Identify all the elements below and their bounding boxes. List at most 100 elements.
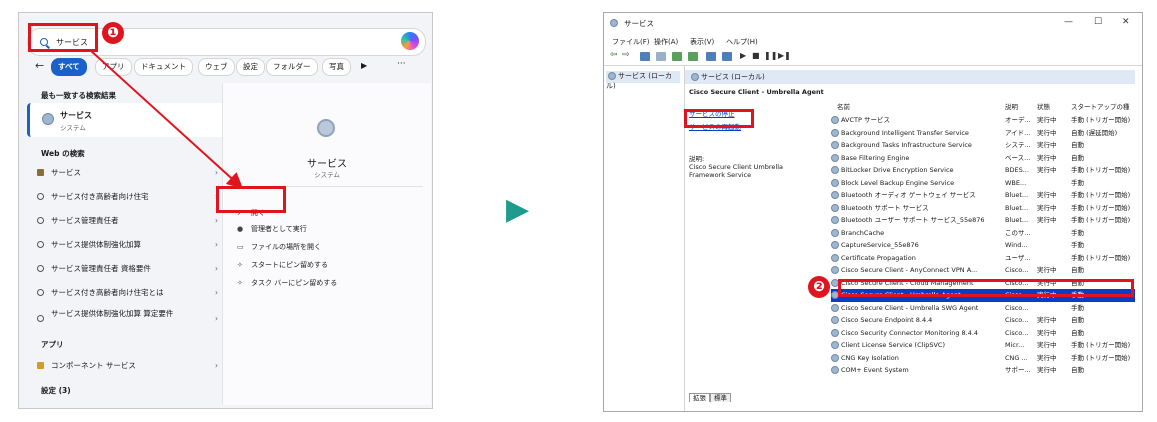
service-name-text: BitLocker Drive Encryption Service [841, 166, 954, 174]
service-status: 実行中 [1037, 128, 1057, 137]
service-row[interactable]: CaptureService_55e876 Wind... 手動 [831, 239, 1135, 252]
service-description: Cisco... [1005, 303, 1029, 312]
back-icon[interactable]: ⇦ [610, 50, 618, 60]
column-name[interactable]: 名前 [837, 101, 850, 111]
maximize-icon[interactable]: ☐ [1094, 17, 1102, 27]
service-row[interactable]: CNG Key Isolation CNG ... 実行中 手動 (トリガー開始) [831, 352, 1135, 365]
service-row[interactable]: Client License Service (ClipSVC) Micr... 実… [831, 339, 1135, 352]
service-row[interactable]: Cisco Secure Client - AnyConnect VPN A..… [831, 264, 1135, 277]
service-name-text: Bluetooth サポート サービス [841, 203, 929, 212]
service-startup: 自動 [1071, 328, 1084, 337]
service-startup: 手動 (トリガー開始) [1071, 116, 1131, 124]
service-row[interactable]: BitLocker Drive Encryption Service BDES..… [831, 164, 1135, 177]
export-icon[interactable] [688, 52, 698, 61]
services-gear-icon [610, 19, 618, 27]
service-description: Bluet... [1005, 191, 1029, 199]
service-description: WBE... [1005, 178, 1027, 187]
service-name-text: CNG Key Isolation [841, 353, 899, 362]
tree-item-services-local[interactable]: サービス (ローカル) [606, 71, 680, 90]
menu-file[interactable]: ファイル(F) [612, 37, 650, 47]
description-label: 説明: [689, 155, 705, 163]
selected-service-name: Cisco Secure Client - Umbrella Agent [689, 88, 824, 96]
service-status: 実行中 [1037, 341, 1057, 349]
help-icon[interactable] [706, 52, 716, 61]
service-row[interactable]: Base Filtering Engine ベース... 実行中 自動 [831, 152, 1135, 165]
service-name-text: CaptureService_55e876 [841, 241, 919, 249]
tab-standard[interactable]: 標準 [710, 393, 731, 402]
service-name: Bluetooth オーディオ ゲートウェイ サービス [831, 189, 991, 202]
service-startup: 自動 [1071, 153, 1084, 162]
service-gear-icon [831, 141, 839, 149]
view-icon[interactable] [722, 52, 732, 61]
service-row[interactable]: Background Tasks Infrastructure Service シ… [831, 139, 1135, 152]
service-gear-icon [831, 316, 839, 324]
service-row[interactable]: COM+ Event System サポー... 実行中 自動 [831, 364, 1135, 377]
service-name: Background Intelligent Transfer Service [831, 127, 991, 140]
arrow-to-open [89, 49, 243, 189]
service-status: 実行中 [1037, 266, 1057, 274]
service-name: COM+ Event System [831, 364, 991, 377]
service-row[interactable]: Background Intelligent Transfer Service ア… [831, 127, 1135, 140]
service-gear-icon [831, 366, 839, 374]
service-row[interactable]: Cisco Security Connector Monitoring 8.4.… [831, 327, 1135, 340]
service-status: 実行中 [1037, 328, 1057, 337]
service-description: ベース... [1005, 153, 1031, 162]
service-row[interactable]: Certificate Propagation ユーザ... 手動 (トリガー開始) [831, 252, 1135, 265]
services-gear-icon [608, 72, 616, 80]
services-window: サービス — ☐ ✕ ファイル(F) 操作(A) 表示(V) ヘルプ(H) ⇦ … [603, 12, 1143, 412]
console-tree-icon[interactable] [640, 52, 650, 61]
service-status: 実行中 [1037, 203, 1057, 212]
close-icon[interactable]: ✕ [1122, 17, 1130, 27]
service-startup: 自動 [1071, 366, 1084, 374]
service-name-text: Background Intelligent Transfer Service [841, 128, 969, 137]
service-name: Cisco Secure Client - AnyConnect VPN A..… [831, 264, 991, 277]
highlight-stop-link [684, 109, 754, 128]
forward-icon[interactable]: ⇨ [622, 50, 630, 60]
service-row[interactable]: Bluetooth ユーザー サポート サービス_55e876 Bluet... 実… [831, 214, 1135, 227]
service-row[interactable]: Block Level Backup Engine Service WBE... 手… [831, 177, 1135, 190]
window-title: サービス [624, 19, 654, 28]
service-description: Cisco... [1005, 316, 1029, 324]
service-name-text: Certificate Propagation [841, 253, 916, 262]
next-step-arrow-icon: ▶ [506, 192, 530, 227]
stop-service-icon[interactable]: ■ [752, 51, 760, 60]
service-startup: 手動 (トリガー開始) [1071, 216, 1131, 224]
service-startup: 手動 (トリガー開始) [1071, 191, 1131, 199]
service-gear-icon [831, 228, 839, 237]
column-startup-type[interactable]: スタートアップの種 [1071, 101, 1130, 111]
service-status: 実行中 [1037, 316, 1057, 324]
service-row[interactable]: Bluetooth オーディオ ゲートウェイ サービス Bluet... 実行中 手動… [831, 189, 1135, 202]
start-service-icon[interactable]: ▶ [740, 51, 746, 60]
service-description: ユーザ... [1005, 253, 1031, 262]
menu-action[interactable]: 操作(A) [654, 37, 678, 47]
service-description: Cisco... [1005, 266, 1029, 274]
column-status[interactable]: 状態 [1037, 101, 1050, 111]
menu-view[interactable]: 表示(V) [690, 37, 714, 47]
service-startup: 自動 [1071, 141, 1084, 149]
service-row[interactable]: Cisco Secure Client - Umbrella SWG Agent… [831, 302, 1135, 315]
menu-help[interactable]: ヘルプ(H) [726, 37, 758, 47]
service-row[interactable]: Cisco Secure Endpoint 8.4.4 Cisco... 実行中 自動 [831, 314, 1135, 327]
description-panel: Cisco Secure Client - Umbrella Agent サービ… [689, 88, 829, 179]
service-name-text: BranchCache [841, 228, 885, 237]
column-description[interactable]: 説明 [1005, 101, 1018, 111]
service-name: Block Level Backup Engine Service [831, 177, 991, 190]
pause-service-icon[interactable]: ❚❚ [764, 51, 777, 60]
refresh-icon[interactable] [672, 52, 682, 61]
service-name-text: Cisco Secure Endpoint 8.4.4 [841, 316, 933, 324]
service-gear-icon [831, 253, 839, 262]
services-gear-icon [691, 73, 699, 81]
service-gear-icon [831, 341, 839, 349]
properties-icon[interactable] [656, 52, 666, 61]
restart-service-icon[interactable]: ▶❚ [778, 51, 791, 60]
service-gear-icon [831, 178, 839, 187]
service-gear-icon [831, 116, 839, 124]
service-row[interactable]: Bluetooth サポート サービス Bluet... 実行中 手動 (トリガー開始… [831, 202, 1135, 215]
service-name: Client License Service (ClipSVC) [831, 339, 991, 352]
step-2-badge: ❷ [808, 276, 830, 298]
service-row[interactable]: BranchCache このサ... 手動 [831, 227, 1135, 240]
minimize-icon[interactable]: — [1064, 17, 1073, 27]
tab-extended[interactable]: 拡張 [689, 393, 710, 402]
service-startup: 自動 (遅延開始) [1071, 128, 1118, 137]
service-row[interactable]: AVCTP サービス オーデ... 実行中 手動 (トリガー開始) [831, 114, 1135, 127]
